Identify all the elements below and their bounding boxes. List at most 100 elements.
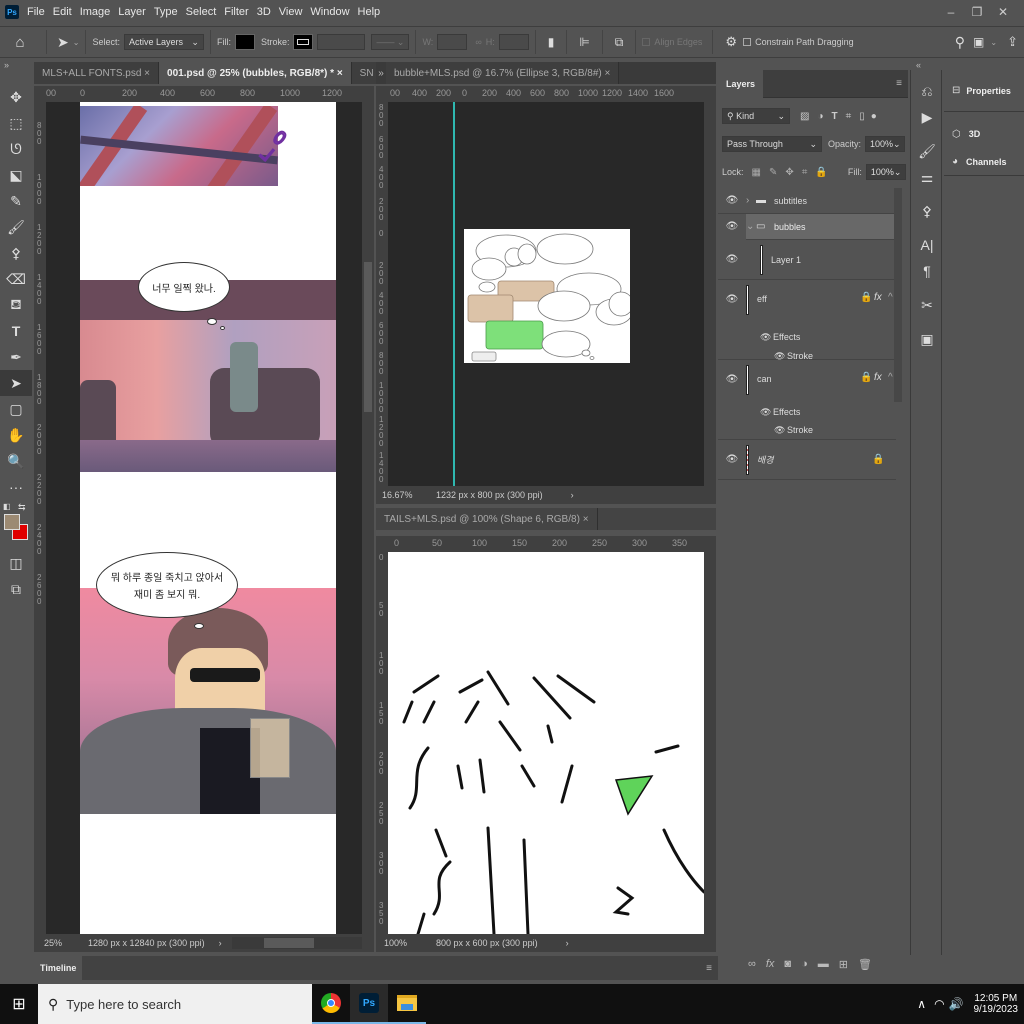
volume-icon[interactable]: 🔊 <box>949 997 964 1011</box>
pixel-filter-icon[interactable]: ▨ <box>800 111 809 122</box>
close-tab-icon[interactable]: × <box>337 68 343 79</box>
lock-artboard-icon[interactable]: ⌗ <box>802 167 808 178</box>
filter-kind-dropdown[interactable]: ⚲ Kind ⌄ <box>722 108 790 124</box>
photoshop-taskbar-icon[interactable]: Ps <box>350 984 388 1024</box>
layer-row-bubbles[interactable]: 👁 ⌄ ▭ bubbles <box>718 213 896 240</box>
zoom-level[interactable]: 16.67% <box>376 490 422 500</box>
minimize-button[interactable]: ‒ <box>938 5 964 19</box>
adjustment-filter-icon[interactable]: ◑ <box>817 111 823 122</box>
visibility-eye-icon[interactable]: 👁 <box>718 374 746 385</box>
menu-window[interactable]: Window <box>310 6 349 18</box>
shape-filter-icon[interactable]: ⌗ <box>846 111 852 122</box>
close-tab-icon[interactable]: × <box>583 514 589 525</box>
menu-type[interactable]: Type <box>154 6 178 18</box>
fx-icon[interactable]: fx <box>874 292 882 303</box>
path-operations-icon[interactable]: ▮ <box>548 35 555 49</box>
align-edges-checkbox[interactable] <box>642 38 651 46</box>
path-arrangement-icon[interactable]: ⧉ <box>615 35 624 50</box>
history-icon[interactable]: ⎌ <box>911 78 943 104</box>
effects-eye-icon[interactable]: 👁 <box>760 332 771 343</box>
layer-row-layer-1[interactable]: 👁 Layer 1 <box>718 240 896 280</box>
clock-date[interactable]: 9/19/2023 <box>974 1004 1019 1015</box>
collapse-chevron-icon[interactable]: ⌄ <box>746 221 756 232</box>
libraries-icon[interactable]: ▣ <box>911 326 943 352</box>
link-layers-icon[interactable]: ∞ <box>748 958 756 971</box>
pen-tool-icon[interactable]: ✒ <box>0 344 32 370</box>
fx-icon[interactable]: fx <box>874 372 882 383</box>
menu-file[interactable]: File <box>27 6 45 18</box>
direct-selection-tool-icon[interactable]: ➤ <box>57 34 69 51</box>
layers-tab[interactable]: Layers <box>718 69 764 98</box>
guide-line[interactable] <box>453 102 455 486</box>
visibility-eye-icon[interactable]: 👁 <box>718 454 746 465</box>
collapse-effects-icon[interactable]: ^ <box>888 292 893 303</box>
brush-settings-icon[interactable]: 🖌 <box>911 138 943 164</box>
link-icon[interactable]: ∞ <box>475 37 481 47</box>
tool-preset-dropdown[interactable]: ⌄ <box>73 38 80 47</box>
3d-panel-button[interactable]: ⬡ 3D <box>944 120 1024 148</box>
clone-source-icon[interactable]: ⚴ <box>911 198 943 224</box>
layers-scrollbar[interactable] <box>894 188 902 402</box>
object-selection-tool-icon[interactable]: ⬕ <box>0 162 32 188</box>
move-tool-icon[interactable]: ✥ <box>0 84 32 110</box>
status-menu-arrow[interactable]: › <box>219 938 222 948</box>
new-layer-icon[interactable]: ⊞ <box>839 958 848 971</box>
new-adjustment-layer-icon[interactable]: ◑ <box>801 958 808 971</box>
gear-icon[interactable]: ⚙ <box>725 34 737 50</box>
doc3-vertical-scrollbar[interactable] <box>704 552 716 934</box>
stroke-width-input[interactable] <box>317 34 366 50</box>
new-group-icon[interactable]: ▬ <box>818 958 829 971</box>
clock-time[interactable]: 12:05 PM <box>974 993 1017 1004</box>
panel-menu-icon[interactable]: ≡ <box>706 963 712 974</box>
panel-menu-icon[interactable]: ≡ <box>896 78 902 89</box>
chrome-taskbar-icon[interactable] <box>312 984 350 1024</box>
menu-edit[interactable]: Edit <box>53 6 72 18</box>
blend-mode-dropdown[interactable]: Pass Through ⌄ <box>722 136 822 152</box>
doc2-canvas-area[interactable] <box>388 102 704 486</box>
layer-row-can[interactable]: 👁 can 🔒 fx ^ 👁 Effects 👁 Stroke <box>718 360 896 440</box>
fill-swatch[interactable] <box>234 34 255 50</box>
smart-object-filter-icon[interactable]: ▯ <box>859 111 865 122</box>
chevron-down-icon[interactable]: ⌄ <box>990 38 997 47</box>
effects-eye-icon[interactable]: 👁 <box>760 407 771 418</box>
tab-bubble-mls[interactable]: bubble+MLS.psd @ 16.7% (Ellipse 3, RGB/8… <box>386 62 620 84</box>
taskbar-search-box[interactable]: ⚲ Type here to search <box>38 984 312 1024</box>
close-tab-icon[interactable]: × <box>605 68 611 79</box>
status-menu-arrow[interactable]: › <box>571 490 574 500</box>
opacity-input[interactable]: 100% ⌄ <box>865 136 906 152</box>
tab-tails-mls[interactable]: TAILS+MLS.psd @ 100% (Shape 6, RGB/8) × <box>376 508 598 530</box>
lock-transparent-icon[interactable]: ▦ <box>752 167 761 178</box>
visibility-eye-icon[interactable]: 👁 <box>718 195 746 206</box>
screen-mode-icon[interactable]: ⧉ <box>0 576 32 602</box>
swap-colors-icon[interactable]: ⇆ <box>18 502 26 513</box>
rectangle-tool-icon[interactable]: ▢ <box>0 396 32 422</box>
menu-3d[interactable]: 3D <box>257 6 271 18</box>
status-menu-arrow[interactable]: › <box>566 938 569 948</box>
workspace-icon[interactable]: ▣ <box>973 35 984 49</box>
eyedropper-tool-icon[interactable]: ✎ <box>0 188 32 214</box>
foreground-color-swatch[interactable] <box>4 514 20 530</box>
visibility-eye-icon[interactable]: 👁 <box>718 294 746 305</box>
visibility-eye-icon[interactable]: 👁 <box>718 213 746 240</box>
channels-panel-button[interactable]: ◕ Channels <box>944 148 1024 176</box>
menu-help[interactable]: Help <box>358 6 381 18</box>
expand-chevron-icon[interactable]: › <box>746 195 756 206</box>
paragraph-icon[interactable]: ¶ <box>911 258 943 284</box>
fill-input[interactable]: 100% ⌄ <box>865 164 906 180</box>
type-filter-icon[interactable]: T <box>832 111 838 122</box>
zoom-level[interactable]: 25% <box>34 938 74 948</box>
menu-select[interactable]: Select <box>186 6 217 18</box>
adjustments-icon[interactable]: ⚌ <box>911 164 943 190</box>
eraser-tool-icon[interactable]: ⌫ <box>0 266 32 292</box>
type-tool-icon[interactable]: T <box>0 318 32 344</box>
path-alignment-icon[interactable]: ⊫ <box>579 35 589 49</box>
doc1-vertical-scrollbar[interactable] <box>362 102 374 934</box>
layer-row-subtitles[interactable]: 👁 › ▬ subtitles <box>718 188 896 214</box>
constrain-path-checkbox[interactable] <box>743 38 752 46</box>
add-mask-icon[interactable]: ◙ <box>784 958 791 971</box>
collapse-toolbar-icon[interactable]: » <box>4 60 9 70</box>
hand-tool-icon[interactable]: ✋ <box>0 422 32 448</box>
menu-view[interactable]: View <box>279 6 303 18</box>
select-dropdown[interactable]: Active Layers ⌄ <box>123 34 204 50</box>
stroke-type-dropdown[interactable]: —— ⌄ <box>371 34 410 50</box>
